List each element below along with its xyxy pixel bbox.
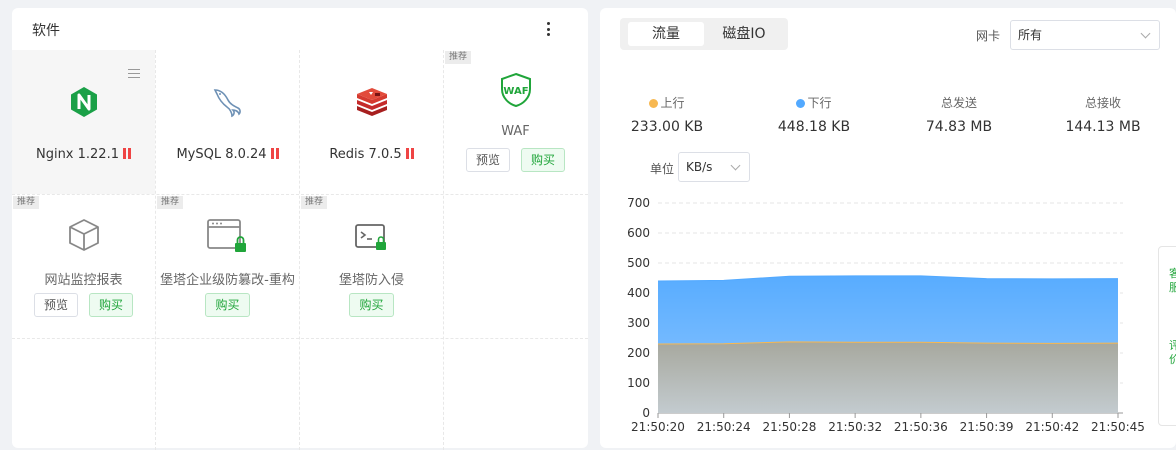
y-tick-label: 300 <box>627 316 650 330</box>
tab-traffic[interactable]: 流量 <box>628 22 704 46</box>
buy-button[interactable]: 购买 <box>521 148 566 172</box>
x-tick-label: 21:50:45 <box>1091 420 1145 434</box>
x-tick-label: 21:50:32 <box>828 420 882 434</box>
buy-button[interactable]: 购买 <box>89 293 134 317</box>
recommend-tag: 推荐 <box>301 196 328 209</box>
software-card-mysql[interactable]: MySQL 8.0.24 <box>156 50 299 194</box>
chevron-down-icon <box>1140 28 1151 39</box>
y-tick-label: 700 <box>627 196 650 210</box>
x-tick-label: 21:50:28 <box>762 420 816 434</box>
traffic-panel: 流量 磁盘IO 网卡 所有 上行 233.00 KB 下行 448.18 KB … <box>600 8 1176 448</box>
stat-value: 74.83 MB <box>925 119 993 135</box>
waf-shield-icon: WAF <box>499 72 533 112</box>
stat-label: 下行 <box>807 96 832 110</box>
software-name: Nginx 1.22.1 <box>12 147 155 162</box>
software-panel: 软件 Nginx 1.22.1 MySQL 8.0.24 Redis 7.0.5… <box>12 8 588 450</box>
tab-group: 流量 磁盘IO <box>620 18 788 50</box>
upload-dot-icon <box>649 99 659 108</box>
software-card-anti-intrusion[interactable]: 推荐 堡塔防入侵 购买 <box>300 195 443 339</box>
stat-label: 上行 <box>660 96 685 110</box>
stat-total-received: 总接收 144.13 MB <box>1038 94 1168 135</box>
mysql-dolphin-icon <box>211 86 245 122</box>
unit-select-value: KB/s <box>686 160 713 174</box>
recommend-tag: 推荐 <box>445 51 472 64</box>
x-tick-label: 21:50:42 <box>1025 420 1079 434</box>
recommend-tag: 推荐 <box>13 196 40 209</box>
stat-value: 448.18 KB <box>777 119 851 135</box>
more-options-icon[interactable] <box>540 20 556 38</box>
nic-select-value: 所有 <box>1018 28 1043 42</box>
chevron-down-icon <box>730 160 741 171</box>
unit-label: 单位 <box>650 162 675 176</box>
feedback-label[interactable]: 评价 <box>1169 339 1176 367</box>
x-tick-label: 21:50:20 <box>631 420 685 434</box>
nic-select[interactable]: 所有 <box>1010 20 1160 50</box>
locked-terminal-icon <box>354 223 390 257</box>
software-name: 堡塔企业级防篡改-重构 <box>160 273 295 288</box>
nic-label: 网卡 <box>976 29 1001 43</box>
software-card-waf[interactable]: 推荐 WAF WAF 预览 购买 <box>444 50 587 194</box>
software-card-nginx[interactable]: Nginx 1.22.1 <box>12 50 155 194</box>
software-name: 网站监控报表 <box>44 273 123 288</box>
y-tick-label: 500 <box>627 256 650 270</box>
software-grid: Nginx 1.22.1 MySQL 8.0.24 Redis 7.0.5 推荐… <box>12 50 588 450</box>
drag-menu-icon[interactable] <box>128 69 140 78</box>
pause-icon[interactable] <box>270 148 279 159</box>
y-tick-label: 400 <box>627 286 650 300</box>
recommend-tag: 推荐 <box>157 196 184 209</box>
x-tick-label: 21:50:36 <box>894 420 948 434</box>
y-tick-label: 100 <box>627 376 650 390</box>
redis-icon <box>355 88 389 120</box>
software-name: 堡塔防入侵 <box>338 273 404 288</box>
preview-button[interactable]: 预览 <box>33 293 78 317</box>
software-card-tamper-proof[interactable]: 推荐 堡塔企业级防篡改-重构 购买 <box>156 195 299 339</box>
x-tick-label: 21:50:39 <box>960 420 1014 434</box>
pause-icon[interactable] <box>405 148 414 159</box>
cube-icon <box>67 217 101 257</box>
software-card-site-monitor[interactable]: 推荐 网站监控报表 预览 购买 <box>12 195 155 339</box>
software-name: WAF <box>501 124 530 139</box>
stat-label: 总接收 <box>1084 96 1121 110</box>
stat-value: 144.13 MB <box>1065 119 1141 135</box>
stat-download: 下行 448.18 KB <box>749 94 879 135</box>
locked-window-icon <box>206 217 250 259</box>
buy-button[interactable]: 购买 <box>349 293 394 317</box>
nginx-icon <box>69 86 99 122</box>
x-tick-label: 21:50:24 <box>697 420 751 434</box>
unit-select[interactable]: KB/s <box>678 152 750 182</box>
y-tick-label: 0 <box>642 406 650 420</box>
buy-button[interactable]: 购买 <box>205 293 250 317</box>
tab-disk-io[interactable]: 磁盘IO <box>706 22 782 46</box>
stat-upload: 上行 233.00 KB <box>602 94 732 135</box>
traffic-chart: 0 100 200 300 400 500 600 700 21:50:20 21:50:24 21… <box>627 196 1145 434</box>
stat-value: 233.00 KB <box>630 119 704 135</box>
software-name: Redis 7.0.5 <box>300 147 443 162</box>
preview-button[interactable]: 预览 <box>465 148 510 172</box>
software-name: MySQL 8.0.24 <box>156 147 299 162</box>
y-tick-label: 200 <box>627 346 650 360</box>
customer-service-label[interactable]: 客服 <box>1169 267 1176 295</box>
pause-icon[interactable] <box>123 148 131 159</box>
stat-total-sent: 总发送 74.83 MB <box>894 94 1024 135</box>
stat-label: 总发送 <box>940 96 977 110</box>
download-dot-icon <box>796 99 806 108</box>
side-float-panel[interactable]: 客服 评价 <box>1158 246 1176 426</box>
y-tick-label: 600 <box>627 226 650 240</box>
svg-text:WAF: WAF <box>503 86 528 97</box>
software-title: 软件 <box>32 23 60 39</box>
software-card-redis[interactable]: Redis 7.0.5 <box>300 50 443 194</box>
series-area-upload <box>658 341 1118 413</box>
